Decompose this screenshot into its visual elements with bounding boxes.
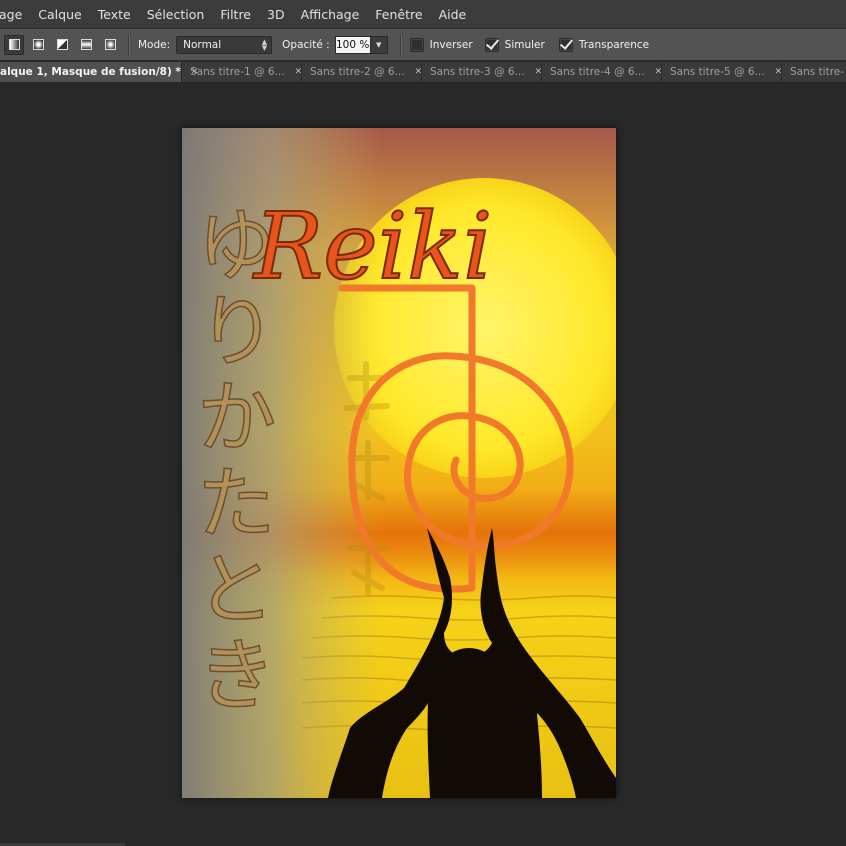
document-canvas[interactable]: ゆりかたとき Reiki <box>182 128 616 798</box>
options-bar: Mode: Normal ▲ ▼ Opacité : 100 % ▼ Invers… <box>0 29 846 61</box>
reiki-title: Reiki <box>252 193 492 300</box>
menu-3d[interactable]: 3D <box>259 7 293 22</box>
transparence-checkbox-box[interactable] <box>558 37 573 52</box>
toolbar-divider <box>128 34 130 55</box>
tab-label: Sans titre-3 @ 6... <box>430 66 525 78</box>
transparence-checkbox[interactable]: Transparence <box>558 37 650 52</box>
opacity-field[interactable]: 100 % ▼ <box>334 35 388 54</box>
tab-label: alque 1, Masque de fusion/8) * <box>0 66 181 78</box>
menu-bar: age Calque Texte Sélection Filtre 3D Aff… <box>0 0 846 29</box>
gradient-reflected-button[interactable] <box>76 35 96 55</box>
simuler-checkbox[interactable]: Simuler <box>484 37 545 52</box>
tab-sans-titre-5[interactable]: Sans titre-5 @ 6... ✕ <box>662 62 782 82</box>
tab-sans-titre-6[interactable]: Sans titre- <box>782 62 846 82</box>
menu-calque[interactable]: Calque <box>30 7 89 22</box>
tab-label: Sans titre-4 @ 6... <box>550 66 645 78</box>
tab-sans-titre-4[interactable]: Sans titre-4 @ 6... ✕ <box>542 62 662 82</box>
menu-image[interactable]: age <box>0 7 30 22</box>
toolbar-divider <box>399 34 402 55</box>
document-tabs: alque 1, Masque de fusion/8) * ✕ Sans ti… <box>0 62 846 83</box>
chevron-down-icon[interactable]: ▼ <box>370 35 388 54</box>
opacity-label: Opacité : <box>282 38 330 51</box>
select-arrows-icon: ▲ ▼ <box>261 37 268 52</box>
tab-active-document[interactable]: alque 1, Masque de fusion/8) * ✕ <box>0 62 198 82</box>
gradient-angle-button[interactable] <box>52 35 72 55</box>
menu-aide[interactable]: Aide <box>431 7 475 22</box>
reiki-artwork: ゆりかたとき Reiki <box>182 128 616 798</box>
tab-label: Sans titre-2 @ 6... <box>310 66 405 78</box>
menu-fenetre[interactable]: Fenêtre <box>367 7 430 22</box>
tab-sans-titre-2[interactable]: Sans titre-2 @ 6... ✕ <box>302 62 422 82</box>
tab-sans-titre-1[interactable]: Sans titre-1 @ 6... ✕ <box>182 62 302 82</box>
inverser-checkbox-box[interactable] <box>409 37 424 52</box>
gradient-diamond-button[interactable] <box>100 35 120 55</box>
opacity-value[interactable]: 100 % <box>334 35 371 54</box>
tab-label: Sans titre- <box>790 66 845 78</box>
gradient-angle-icon <box>56 39 68 50</box>
gradient-diamond-icon <box>104 39 116 50</box>
gradient-linear-button[interactable] <box>4 34 24 55</box>
simuler-checkbox-box[interactable] <box>484 37 499 52</box>
gradient-radial-icon <box>32 39 44 50</box>
mode-label: Mode: <box>138 38 171 51</box>
inverser-label: Inverser <box>429 38 473 51</box>
transparence-label: Transparence <box>578 38 650 51</box>
gradient-radial-button[interactable] <box>28 35 48 55</box>
simuler-label: Simuler <box>504 38 545 51</box>
inverser-checkbox[interactable]: Inverser <box>409 37 473 52</box>
mode-value: Normal <box>183 38 222 51</box>
mode-select[interactable]: Normal ▲ ▼ <box>176 35 273 54</box>
menu-texte[interactable]: Texte <box>90 7 139 22</box>
menu-affichage[interactable]: Affichage <box>293 7 368 22</box>
gradient-linear-icon <box>8 39 20 50</box>
gradient-reflected-icon <box>80 39 92 50</box>
tab-sans-titre-3[interactable]: Sans titre-3 @ 6... ✕ <box>422 62 542 82</box>
menu-selection[interactable]: Sélection <box>139 7 213 22</box>
tab-label: Sans titre-5 @ 6... <box>670 66 765 78</box>
tab-label: Sans titre-1 @ 6... <box>190 66 285 78</box>
menu-filtre[interactable]: Filtre <box>212 7 259 22</box>
